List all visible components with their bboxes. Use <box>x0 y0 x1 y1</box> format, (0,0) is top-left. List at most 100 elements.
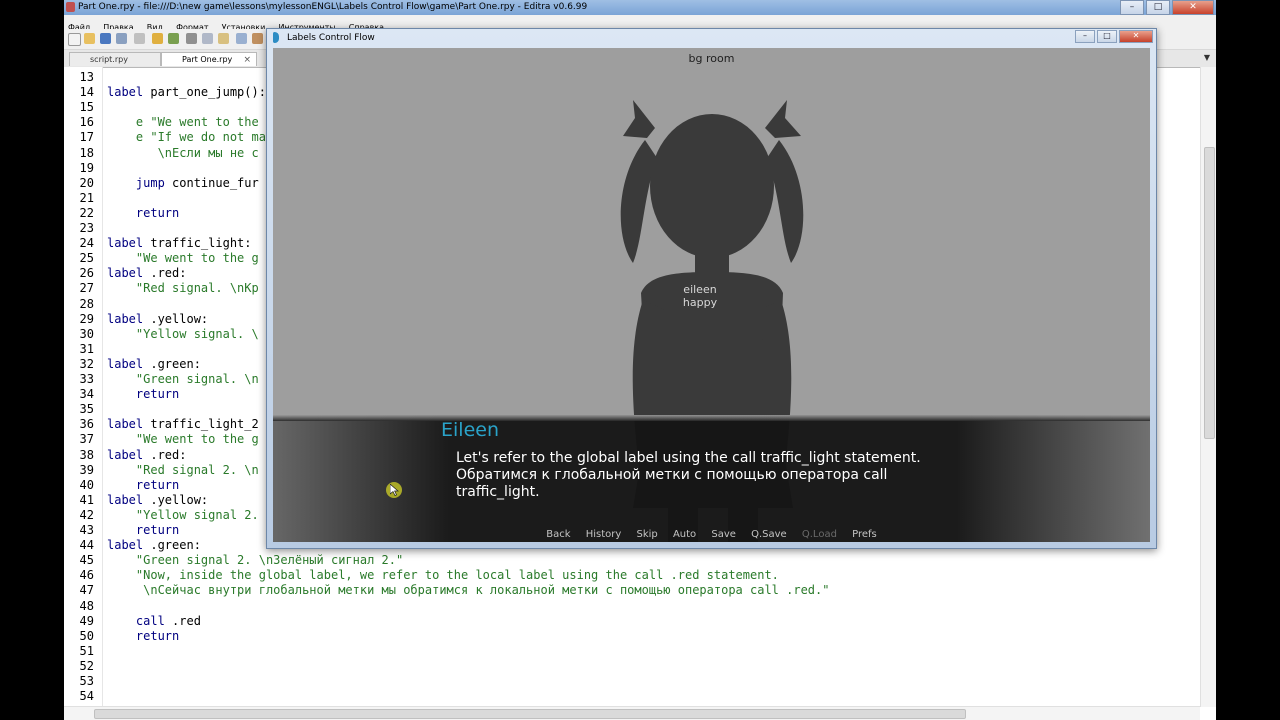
line-number: 29 <box>79 311 94 326</box>
cut-icon[interactable] <box>186 33 197 44</box>
code-line: label part_one_jump(): <box>107 85 266 100</box>
line-number: 42 <box>79 507 94 522</box>
save-icon[interactable] <box>100 33 111 44</box>
code-keyword: return <box>107 387 180 402</box>
code-keyword: return <box>107 477 180 492</box>
horizontal-scroll-thumb[interactable] <box>94 709 966 719</box>
quick-menu-prefs[interactable]: Prefs <box>852 529 877 540</box>
code-text: part_one_jump(): <box>143 85 266 100</box>
code-text: .red: <box>143 447 187 462</box>
line-number: 20 <box>79 175 94 190</box>
code-text: .yellow: <box>143 311 209 326</box>
quick-menu-qload: Q.Load <box>801 529 837 540</box>
code-line: "Green signal 2. \nЗелёный сигнал 2." <box>107 553 403 568</box>
open-folder-icon[interactable] <box>84 33 95 44</box>
line-number: 25 <box>79 251 94 266</box>
menu-bar: Файл Правка Вид Формат Установки Инструм… <box>64 15 1216 32</box>
code-line: "We went to the g <box>107 251 259 266</box>
editra-window-controls: – □ ✕ <box>1120 0 1214 15</box>
game-minimize-button[interactable]: – <box>1075 30 1095 43</box>
game-maximize-button[interactable]: □ <box>1097 30 1117 43</box>
tab-close-icon[interactable]: × <box>243 53 251 67</box>
code-line: "Now, inside the global label, we refer … <box>107 568 779 583</box>
quick-menu-history[interactable]: History <box>586 529 622 540</box>
tab-list-dropdown-icon[interactable]: ▼ <box>1204 53 1210 62</box>
replace-icon[interactable] <box>252 33 263 44</box>
line-number: 35 <box>79 402 94 417</box>
dialogue-line-english: Let's refer to the global label using th… <box>456 450 921 466</box>
code-line: "Green signal. \n <box>107 372 259 387</box>
code-text: "Red signal 2. \n <box>107 462 259 477</box>
line-number: 33 <box>79 372 94 386</box>
line-number: 47 <box>79 583 94 598</box>
quick-menu-save[interactable]: Save <box>711 529 736 540</box>
code-text: "Yellow signal. \ <box>107 326 259 341</box>
code-keyword: label <box>107 447 144 462</box>
quick-menu-auto[interactable]: Auto <box>673 529 696 540</box>
quick-menu-skip[interactable]: Skip <box>636 529 657 540</box>
redo-icon[interactable] <box>168 33 179 44</box>
tab-script-rpy[interactable]: script.rpy <box>69 52 161 66</box>
line-number: 19 <box>79 160 94 175</box>
line-number: 53 <box>79 674 94 688</box>
code-text: \nЕсли мы не с <box>107 145 259 160</box>
code-text: continue_fur <box>164 175 259 190</box>
tab-part-one-rpy[interactable]: Part One.rpy × <box>161 52 257 66</box>
print-icon[interactable] <box>134 33 145 44</box>
game-viewport[interactable]: bg room eileen happy Eileen Let's refer … <box>273 48 1150 542</box>
line-number: 13 <box>79 70 94 84</box>
paste-icon[interactable] <box>218 33 229 44</box>
code-line: return <box>107 206 179 221</box>
line-number: 14 <box>79 85 94 100</box>
line-number: 30 <box>79 326 94 341</box>
quick-menu-qsave[interactable]: Q.Save <box>751 529 787 540</box>
code-keyword: label <box>107 356 144 371</box>
maximize-button[interactable]: □ <box>1146 0 1170 15</box>
copy-icon[interactable] <box>202 33 213 44</box>
line-number: 50 <box>79 628 94 643</box>
find-icon[interactable] <box>236 33 247 44</box>
vertical-scrollbar[interactable] <box>1200 67 1216 707</box>
code-line: label .yellow: <box>107 493 208 508</box>
code-text: "We went to the g <box>107 251 259 266</box>
close-button[interactable]: ✕ <box>1172 0 1214 15</box>
minimize-button[interactable]: – <box>1120 0 1144 15</box>
code-text: "Now, inside the global label, we refer … <box>107 568 779 583</box>
quick-menu-back[interactable]: Back <box>546 529 570 540</box>
dialogue-textbox[interactable]: Eileen Let's refer to the global label u… <box>273 415 1150 542</box>
code-line: "Yellow signal. \ <box>107 327 259 342</box>
code-line: \nЕсли мы не с <box>107 146 259 161</box>
renpy-app-icon <box>273 32 279 43</box>
game-window-controls: – □ ✕ <box>1075 30 1153 43</box>
horizontal-scrollbar[interactable] <box>64 706 1200 720</box>
code-line: "Yellow signal 2. <box>107 508 259 523</box>
code-keyword: return <box>107 205 180 220</box>
code-line: label .green: <box>107 357 201 372</box>
code-line: label traffic_light_2 <box>107 417 259 432</box>
line-number: 34 <box>79 387 94 402</box>
code-line: \nСейчас внутри глобальной метки мы обра… <box>107 583 829 598</box>
line-number-gutter: 13 14 15 16 17 18 19 20 21 22 23 24 25 26 27 28 29 30 31 32… <box>64 67 103 707</box>
editra-window-title: Part One.rpy - file:///D:\new game\lesso… <box>78 2 588 12</box>
save-all-icon[interactable] <box>116 33 127 44</box>
line-number: 24 <box>79 236 94 251</box>
code-keyword: label <box>107 311 144 326</box>
new-file-icon[interactable] <box>68 33 81 46</box>
game-close-button[interactable]: ✕ <box>1119 30 1153 43</box>
code-text: \nСейчас внутри глобальной метки мы обра… <box>107 583 830 598</box>
dialogue-line-russian: Обратимся к глобальной метки с помощью о… <box>456 467 888 500</box>
code-line: "Red signal 2. \n <box>107 463 259 478</box>
code-text: "Green signal 2. \nЗелёный сигнал 2." <box>107 553 404 568</box>
line-number: 31 <box>79 341 94 356</box>
line-number: 49 <box>79 613 94 628</box>
vertical-scroll-thumb[interactable] <box>1204 147 1215 439</box>
code-keyword: return <box>107 523 180 537</box>
line-number: 17 <box>79 130 94 145</box>
undo-icon[interactable] <box>152 33 163 44</box>
line-number: 41 <box>79 492 94 507</box>
line-number: 51 <box>79 643 94 658</box>
code-line: jump continue_fur <box>107 176 259 191</box>
line-number: 37 <box>79 432 94 447</box>
code-text: e "We went to the <box>107 115 259 130</box>
background-label: bg room <box>688 52 735 65</box>
